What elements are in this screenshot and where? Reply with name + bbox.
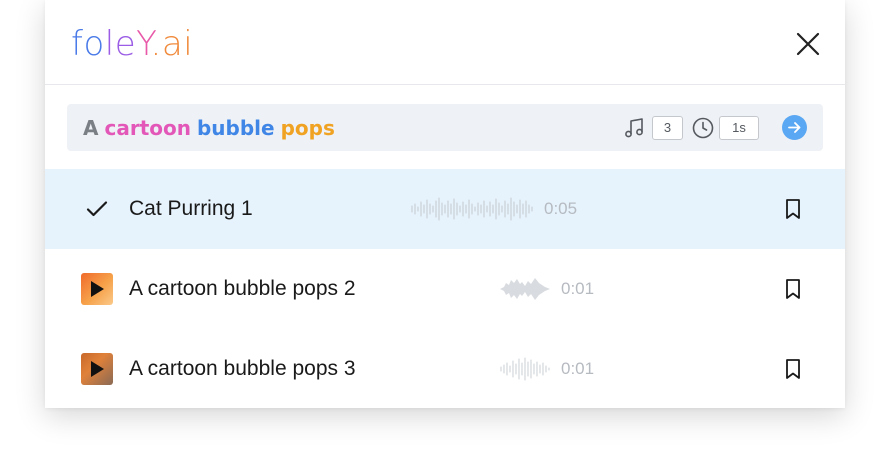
prompt-word: A: [83, 116, 99, 140]
play-icon: [91, 281, 104, 297]
foley-logo: foleY.ai: [71, 24, 193, 64]
prompt-word: cartoon: [104, 116, 191, 140]
foley-panel: foleY.ai Acartoon bubble pops 3 1s Cat P…: [45, 0, 845, 408]
prompt-bar[interactable]: Acartoon bubble pops 3 1s: [67, 104, 823, 151]
music-note-icon: [625, 118, 643, 138]
result-title: A cartoon bubble pops 2: [129, 277, 356, 300]
waveform-graphic: [500, 278, 550, 300]
generate-button[interactable]: [782, 115, 807, 140]
logo-part: le: [104, 24, 137, 64]
result-title: Cat Purring 1: [129, 197, 253, 220]
clock-icon: [692, 117, 714, 139]
play-button[interactable]: [81, 273, 113, 305]
result-duration: 0:05: [544, 199, 578, 218]
logo-part: Y: [136, 24, 151, 64]
waveform-graphic: [411, 197, 533, 221]
waveform-graphic: [500, 357, 550, 381]
close-icon[interactable]: [793, 29, 823, 59]
arrow-right-icon: [788, 122, 801, 133]
play-icon: [91, 361, 104, 377]
result-row[interactable]: A cartoon bubble pops 3 0:01: [45, 329, 845, 408]
prompt-text[interactable]: Acartoon bubble pops: [83, 116, 341, 140]
variations-count-field[interactable]: 3: [652, 116, 683, 140]
header: foleY.ai: [45, 0, 845, 85]
play-button[interactable]: [81, 353, 113, 385]
duration-field[interactable]: 1s: [719, 116, 759, 140]
logo-part: .ai: [150, 24, 194, 64]
result-duration: 0:01: [561, 359, 595, 378]
logo-part: fo: [71, 24, 105, 64]
result-title: A cartoon bubble pops 3: [129, 357, 356, 380]
bookmark-icon[interactable]: [782, 197, 804, 221]
result-row[interactable]: A cartoon bubble pops 2 0:01: [45, 249, 845, 329]
bookmark-icon[interactable]: [782, 277, 804, 301]
result-duration: 0:01: [561, 279, 595, 298]
prompt-word: bubble: [196, 116, 275, 140]
check-icon: [86, 201, 108, 217]
bookmark-icon[interactable]: [782, 357, 804, 381]
prompt-word: pops: [280, 116, 335, 140]
result-row[interactable]: Cat Purring 1 0:05: [45, 169, 845, 249]
